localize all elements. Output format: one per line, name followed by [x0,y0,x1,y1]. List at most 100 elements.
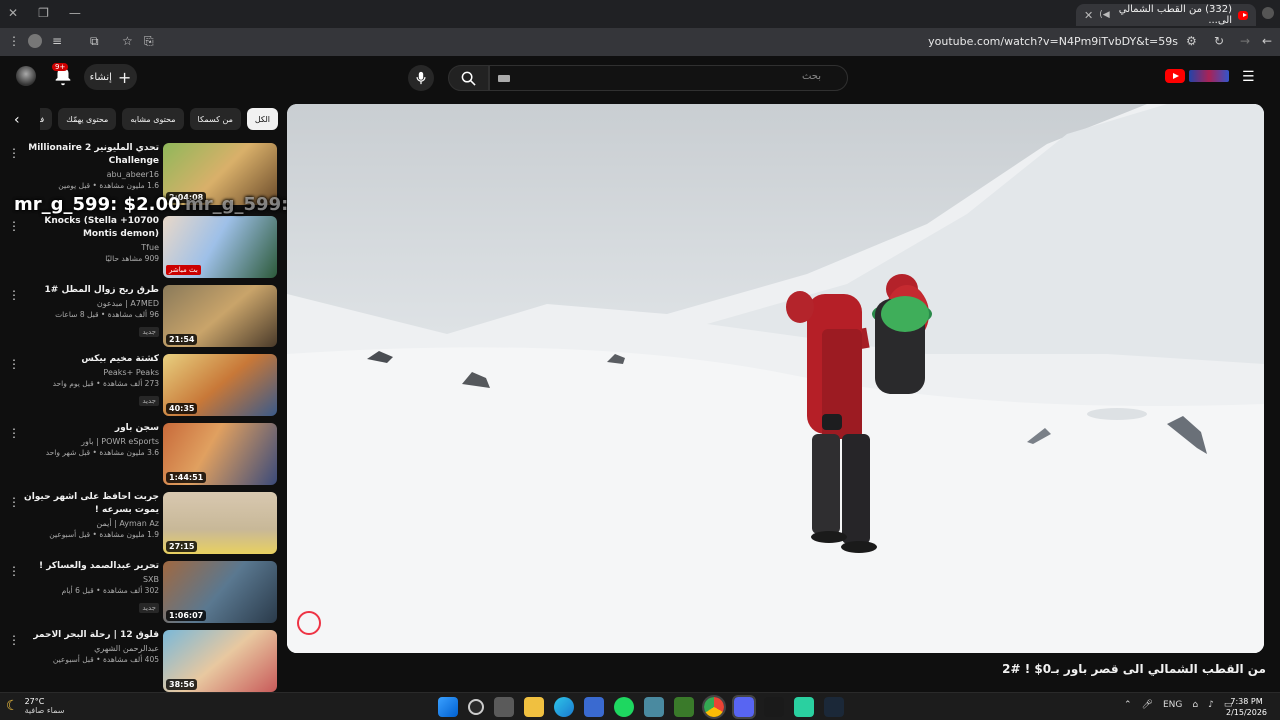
video-thumbnail[interactable]: 40:35 [163,354,277,416]
keyboard-icon[interactable] [498,75,510,82]
windows-start-icon[interactable] [438,697,458,717]
profile-favicon-icon[interactable] [1262,7,1274,19]
chip-all[interactable]: الكل [246,108,278,130]
youtube-logo[interactable] [1165,68,1231,84]
volume-icon[interactable]: ♪ [1208,700,1214,710]
video-thumbnail[interactable]: 1:44:51 [163,423,277,485]
hamburger-menu-icon[interactable]: ☰ [1242,69,1255,85]
search-taskbar-icon[interactable] [468,699,484,715]
list-item[interactable]: ⋮ سجن باور POWR eSports | باور 3.6 مليون… [0,420,280,486]
channel-name[interactable]: Tfue [22,243,159,252]
chip-videos[interactable]: فيديو [40,108,53,130]
language-indicator[interactable]: ENG [1163,700,1182,710]
search-placeholder: بحث [801,71,821,82]
more-actions-icon[interactable]: ⋮ [8,633,20,647]
chevron-left-icon[interactable]: ‹ [14,112,20,128]
spotify-icon[interactable] [614,697,634,717]
chip-for-you[interactable]: محتوى يهمّك [58,108,117,130]
video-title[interactable]: جربت احافظ على اشهر حيوان يموت بسرعه ! [22,491,159,517]
taskbar-apps [438,695,844,719]
list-item[interactable]: ⋮ 10700+ Knocks (Stella Montis demon) Tf… [0,213,280,279]
list-item[interactable]: ⋮ قلوق 12 | رحلة البحر الاحمر عبدالرحمن … [0,627,280,692]
store-icon[interactable] [584,697,604,717]
video-title[interactable]: تحرير عبدالصمد والعساكر ! [22,560,159,573]
minecraft-icon[interactable] [674,697,694,717]
channel-name[interactable]: A7MED | مبدعون [22,299,159,308]
more-actions-icon[interactable]: ⋮ [8,146,20,160]
more-actions-icon[interactable]: ⋮ [8,357,20,371]
reading-list-icon[interactable]: ≡ [52,34,62,48]
notifications-button[interactable]: 9+ [52,63,74,87]
voice-search-button[interactable] [408,65,434,91]
close-tab-icon[interactable]: ✕ [1084,9,1093,22]
search-button[interactable] [448,65,489,91]
clock[interactable]: 7:38 PM 2/15/2026 [1226,696,1267,718]
microphone-tray-icon[interactable]: 🎤︎ [1142,700,1153,710]
more-actions-icon[interactable]: ⋮ [8,288,20,302]
task-view-icon[interactable] [494,697,514,717]
channel-name[interactable]: عبدالرحمن الشهري [22,644,159,653]
video-title[interactable]: كشتة مخيم بيكس [22,353,159,366]
video-title-main: من القطب الشمالي الى قصر باور بـ0$ ! #2 [1002,662,1266,676]
chevron-up-icon[interactable]: ⌃ [1124,700,1132,710]
more-menu-icon[interactable]: ⋮ [8,34,20,48]
channel-name[interactable]: SXB [22,575,159,584]
video-title[interactable]: سجن باور [22,422,159,435]
video-player[interactable] [287,104,1264,653]
file-explorer-icon[interactable] [524,697,544,717]
chip-related[interactable]: محتوى مشابه [122,108,184,130]
video-thumbnail[interactable]: 38:56 [163,630,277,692]
discord-icon[interactable] [732,695,756,719]
edge-icon[interactable] [554,697,574,717]
url-field[interactable]: youtube.com/watch?v=N4Pm9iTvbDY&t=59s [928,35,1178,48]
video-thumbnail[interactable]: 21:54 [163,285,277,347]
app-icon[interactable] [794,697,814,717]
channel-name[interactable]: Ayman Az | أيمن [22,519,159,528]
video-thumbnail[interactable]: 1:06:07 [163,561,277,623]
video-title[interactable]: 10700+ Knocks (Stella Montis demon) [22,215,159,241]
browser-tab-active[interactable]: (332) من القطب الشمالي الى... ◀) ✕ [1076,4,1256,26]
more-actions-icon[interactable]: ⋮ [8,495,20,509]
close-window-icon[interactable]: ✕ [8,6,18,20]
video-info: قلوق 12 | رحلة البحر الاحمر عبدالرحمن ال… [22,629,159,664]
back-icon[interactable]: ← [1262,34,1272,48]
video-title[interactable]: تحدي المليونير 2 Millionaire Challenge [22,142,159,168]
video-title[interactable]: طرق ربح زوال المطل #1 [22,284,159,297]
video-title[interactable]: قلوق 12 | رحلة البحر الاحمر [22,629,159,642]
reload-icon[interactable]: ↻ [1214,34,1224,48]
maximize-icon[interactable]: ❐ [38,6,49,20]
forward-icon[interactable]: → [1240,34,1250,48]
search-input[interactable]: بحث [489,65,848,91]
channel-name[interactable]: POWR eSports | باور [22,437,159,446]
chrome-icon[interactable] [702,695,726,719]
channel-name[interactable]: abu_abeer16 [22,170,159,179]
app-icon[interactable] [644,697,664,717]
list-item[interactable]: ⋮ تحرير عبدالصمد والعساكر ! SXB 302 ألف … [0,558,280,624]
profile-icon[interactable] [28,34,42,48]
more-actions-icon[interactable]: ⋮ [8,219,20,233]
account-avatar[interactable] [16,66,36,86]
video-thumbnail[interactable]: بث مباشر [163,216,277,278]
list-item[interactable]: ⋮ طرق ربح زوال المطل #1 A7MED | مبدعون 9… [0,282,280,348]
list-item[interactable]: ⋮ جربت احافظ على اشهر حيوان يموت بسرعه !… [0,489,280,555]
list-item[interactable]: ⋮ كشتة مخيم بيكس Peaks+ Peaks 273 ألف مش… [0,351,280,417]
channel-name[interactable]: Peaks+ Peaks [22,368,159,377]
extensions-icon[interactable]: ⧉ [90,34,99,49]
terminal-icon[interactable] [764,697,784,717]
search-icon [461,71,476,86]
minimize-icon[interactable]: — [69,6,81,20]
video-thumbnail[interactable]: 27:15 [163,492,277,554]
network-icon[interactable]: ⌂ [1192,700,1198,710]
channel-watermark[interactable] [297,611,321,635]
more-actions-icon[interactable]: ⋮ [8,564,20,578]
install-app-icon[interactable]: ⎘ [144,34,154,49]
bookmark-star-icon[interactable]: ☆ [122,34,133,48]
steam-icon[interactable] [824,697,844,717]
weather-widget[interactable]: ☾ 27°C سماء صافية [6,697,64,715]
chip-from-channel[interactable]: من كسمكا [189,108,241,130]
audio-icon[interactable]: ◀) [1099,10,1109,20]
video-info: سجن باور POWR eSports | باور 3.6 مليون م… [22,422,159,457]
more-actions-icon[interactable]: ⋮ [8,426,20,440]
create-button[interactable]: إنشاء + [84,64,137,90]
site-settings-icon[interactable]: ⚙ [1186,34,1197,48]
